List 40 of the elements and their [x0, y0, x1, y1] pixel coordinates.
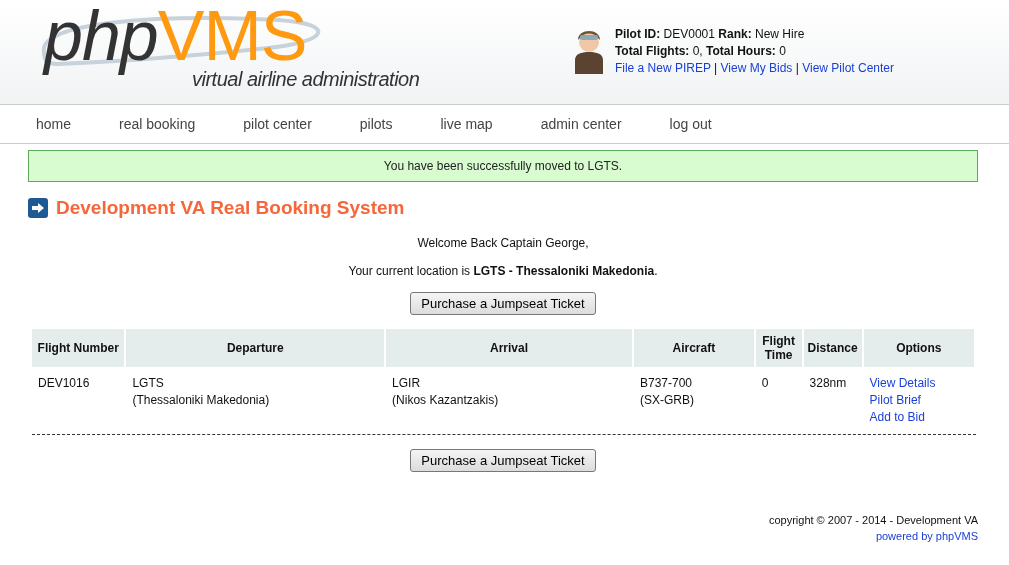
success-message: You have been successfully moved to LGTS.	[28, 150, 978, 182]
page-heading: Development VA Real Booking System	[56, 197, 405, 219]
pilot-stats-text: Total Flights: 0, Total Hours: 0	[614, 43, 787, 60]
nav-link[interactable]: pilot center	[243, 116, 312, 132]
column-header: Options	[863, 329, 974, 367]
column-header: Departure	[126, 329, 385, 367]
jumpseat-button[interactable]: Purchase a Jumpseat Ticket	[410, 449, 596, 472]
powered-by-link[interactable]: powered by phpVMS	[875, 530, 978, 542]
pilot-link[interactable]: View My Bids	[720, 61, 793, 75]
table-cell-text: B737-700 (SX-GRB)	[638, 375, 695, 409]
table-cell-text: 0	[760, 375, 770, 392]
column-header: Flight Time	[755, 329, 802, 367]
column-header: Distance	[803, 329, 862, 367]
copyright-text: copyright © 2007 - 2014 - Development VA	[768, 514, 978, 526]
nav-link[interactable]: live map	[440, 116, 493, 132]
column-header: Arrival	[386, 329, 632, 367]
nav-link[interactable]: admin center	[540, 116, 622, 132]
nav-link[interactable]: home	[36, 116, 72, 132]
table-cell-text: 328nm	[808, 375, 848, 392]
nav-link[interactable]: real booking	[119, 116, 196, 132]
table-cell-text: LGTS (Thessaloniki Makedonia)	[131, 375, 271, 409]
table-cell-text: LGIR (Nikos Kazantzakis)	[391, 375, 500, 409]
pilot-id-text: Pilot ID: DEV0001 Rank: New Hire	[614, 26, 806, 43]
column-header: Flight Number	[32, 329, 125, 367]
pilot-link[interactable]: File a New PIREP	[614, 61, 711, 75]
logo-tagline: virtual airline administration	[192, 68, 420, 91]
column-header: Aircraft	[633, 329, 754, 367]
nav-link[interactable]: log out	[669, 116, 712, 132]
option-link[interactable]: View Details	[869, 375, 936, 392]
pilot-link[interactable]: View Pilot Center	[802, 61, 894, 75]
separator: |	[795, 61, 799, 75]
option-link[interactable]: Pilot Brief	[869, 392, 921, 409]
jumpseat-button[interactable]: Purchase a Jumpseat Ticket	[410, 292, 596, 315]
location-text: Your current location is LGTS - Thessaloniki Makedonia.	[347, 264, 659, 278]
table-cell-text: DEV1016	[37, 375, 91, 392]
nav-link[interactable]: pilots	[359, 116, 393, 132]
logo-text: php	[44, 0, 158, 75]
separator: |	[714, 61, 718, 75]
option-link[interactable]: Add to Bid	[869, 409, 925, 426]
welcome-text: Welcome Back Captain George,	[416, 236, 590, 250]
